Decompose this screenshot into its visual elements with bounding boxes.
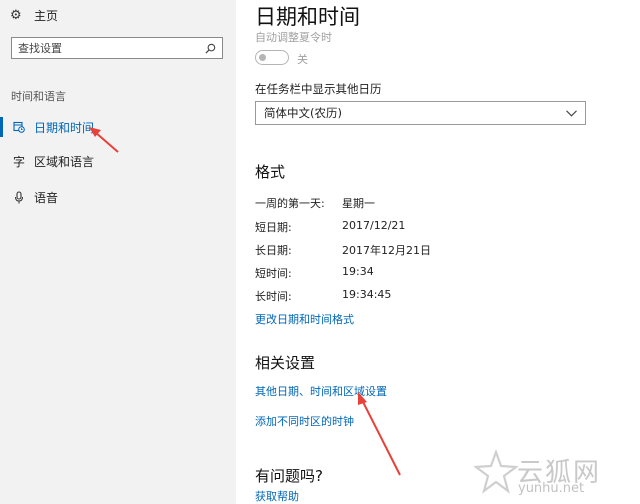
search-input[interactable]: 查找设置 — [11, 37, 223, 59]
format-key: 短时间: — [255, 267, 292, 280]
sidebar-item-region-language[interactable]: 字 区域和语言 — [0, 150, 236, 172]
question-heading: 有问题吗? — [255, 467, 323, 485]
sidebar-item-speech[interactable]: 语音 — [0, 186, 236, 208]
format-row: 长日期: 2017年12月21日 — [255, 242, 431, 258]
watermark-en: yunhu.net — [518, 481, 585, 496]
format-value: 19:34 — [342, 265, 374, 278]
related-settings-heading: 相关设置 — [255, 354, 316, 372]
section-title: 时间和语言 — [11, 90, 66, 103]
page-title: 日期和时间 — [255, 5, 360, 29]
calendar-dropdown-value: 简体中文(农历) — [264, 106, 342, 120]
format-row: 一周的第一天: 星期一 — [255, 195, 375, 211]
format-value: 19:34:45 — [342, 288, 392, 301]
home-label: 主页 — [34, 8, 59, 23]
format-key: 长时间: — [255, 290, 292, 303]
star-logo-icon — [474, 450, 518, 494]
chevron-down-icon — [566, 109, 577, 117]
calendar-label: 在任务栏中显示其他日历 — [255, 82, 382, 96]
format-heading: 格式 — [255, 163, 286, 181]
format-key: 长日期: — [255, 244, 292, 257]
format-value: 2017/12/21 — [342, 219, 406, 232]
toggle-knob — [259, 53, 266, 61]
format-value: 星期一 — [342, 197, 375, 210]
dst-toggle[interactable] — [255, 50, 289, 65]
search-placeholder: 查找设置 — [18, 42, 62, 55]
language-icon: 字 — [12, 154, 25, 169]
dst-label: 自动调整夏令时 — [255, 31, 332, 44]
format-key: 一周的第一天: — [255, 197, 325, 210]
sidebar-item-label: 语音 — [34, 190, 59, 205]
calendar-clock-icon — [12, 121, 26, 133]
home-nav-item[interactable]: ⚙ 主页 — [10, 6, 58, 24]
other-date-time-region-link[interactable]: 其他日期、时间和区域设置 — [255, 383, 387, 399]
format-row: 短日期: 2017/12/21 — [255, 219, 405, 235]
format-row: 长时间: 19:34:45 — [255, 288, 391, 304]
calendar-dropdown[interactable]: 简体中文(农历) — [255, 101, 586, 125]
sidebar: ⚙ 主页 查找设置 时间和语言 日期和时间 字 区域和语言 语音 — [0, 0, 236, 504]
search-icon — [205, 43, 216, 54]
sidebar-item-label: 日期和时间 — [34, 120, 95, 135]
add-clocks-link[interactable]: 添加不同时区的时钟 — [255, 413, 354, 429]
format-key: 短日期: — [255, 221, 292, 234]
sidebar-item-label: 区域和语言 — [34, 154, 95, 169]
format-value: 2017年12月21日 — [342, 244, 431, 257]
get-help-link[interactable]: 获取帮助 — [255, 488, 299, 504]
main-content: 日期和时间 自动调整夏令时 关 在任务栏中显示其他日历 简体中文(农历) 格式 … — [236, 0, 640, 504]
gear-icon: ⚙ — [10, 7, 22, 23]
microphone-icon — [12, 190, 26, 204]
watermark: 云狐网 yunhu.net — [474, 444, 640, 504]
format-row: 短时间: 19:34 — [255, 265, 374, 281]
change-format-link[interactable]: 更改日期和时间格式 — [255, 311, 354, 327]
dst-toggle-state: 关 — [297, 53, 308, 66]
sidebar-item-date-time[interactable]: 日期和时间 — [0, 116, 236, 138]
